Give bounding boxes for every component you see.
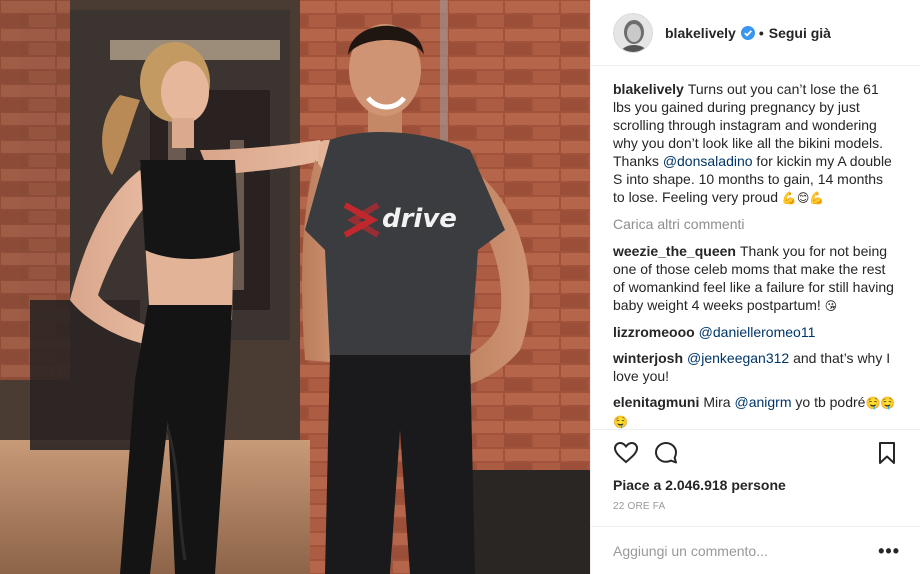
comment-bubble-icon [655, 442, 677, 464]
avatar-image [614, 13, 652, 52]
comment-row: winterjosh @jenkeegan312 and that’s why I… [613, 349, 898, 385]
more-options-button[interactable]: ••• [878, 542, 900, 560]
comment-username[interactable]: elenitagmuni [613, 394, 699, 410]
shirt-logo-text: drive [382, 204, 457, 234]
comment-input[interactable] [613, 542, 879, 559]
comment-text: Mira [703, 394, 735, 410]
likes-count[interactable]: Piace a 2.046.918 persone [591, 475, 920, 493]
like-button[interactable] [613, 440, 639, 466]
header-separator: • [758, 24, 764, 41]
comment-mention-link[interactable]: @danielleromeo11 [699, 324, 816, 340]
caption-mention-link[interactable]: @donsaladino [663, 153, 753, 169]
comment-mention-link[interactable]: @anigrm [734, 394, 791, 410]
post-photo[interactable]: drive [0, 0, 590, 574]
comment-emoji: 😘 [824, 299, 838, 313]
caption: blakelively Turns out you can’t lose the … [613, 80, 898, 207]
post-photo-illustration: drive [0, 0, 590, 574]
caption-emojis: 💪😊💪 [781, 191, 825, 205]
verified-badge-icon [740, 25, 755, 40]
following-button[interactable]: Segui già [769, 25, 831, 41]
post-actions-bar [591, 429, 920, 475]
comment-button[interactable] [653, 440, 679, 466]
avatar[interactable] [613, 12, 653, 53]
comment-username[interactable]: lizzromeooo [613, 324, 695, 340]
post-author-username[interactable]: blakelively [665, 25, 736, 41]
save-button[interactable] [874, 440, 900, 466]
post-timestamp[interactable]: 22 ore fa [591, 493, 920, 512]
bookmark-icon [879, 442, 895, 464]
caption-username[interactable]: blakelively [613, 81, 684, 97]
instagram-post: drive blakelively • Segui già blakelivel… [0, 0, 920, 574]
comment-text-tail: yo tb podré [791, 394, 866, 410]
comment-row: weezie_the_queen Thank you for not being … [613, 242, 898, 315]
comment-username[interactable]: weezie_the_queen [613, 243, 736, 259]
comment-row: elenitagmuni Mira @anigrm yo tb podré🤤🤤🤤 [613, 393, 898, 429]
comment-row: lizzromeooo @danielleromeo11 [613, 323, 898, 341]
comment-mention-link[interactable]: @jenkeegan312 [687, 350, 789, 366]
add-comment-bar: ••• [591, 526, 920, 574]
load-more-comments-link[interactable]: Carica altri commenti [613, 215, 898, 233]
comments-list[interactable]: blakelively Turns out you can’t lose the … [591, 66, 920, 429]
heart-icon [613, 441, 639, 464]
post-header: blakelively • Segui già [591, 0, 920, 66]
comment-username[interactable]: winterjosh [613, 350, 683, 366]
post-side-panel: blakelively • Segui già blakelively Turns… [590, 0, 920, 574]
